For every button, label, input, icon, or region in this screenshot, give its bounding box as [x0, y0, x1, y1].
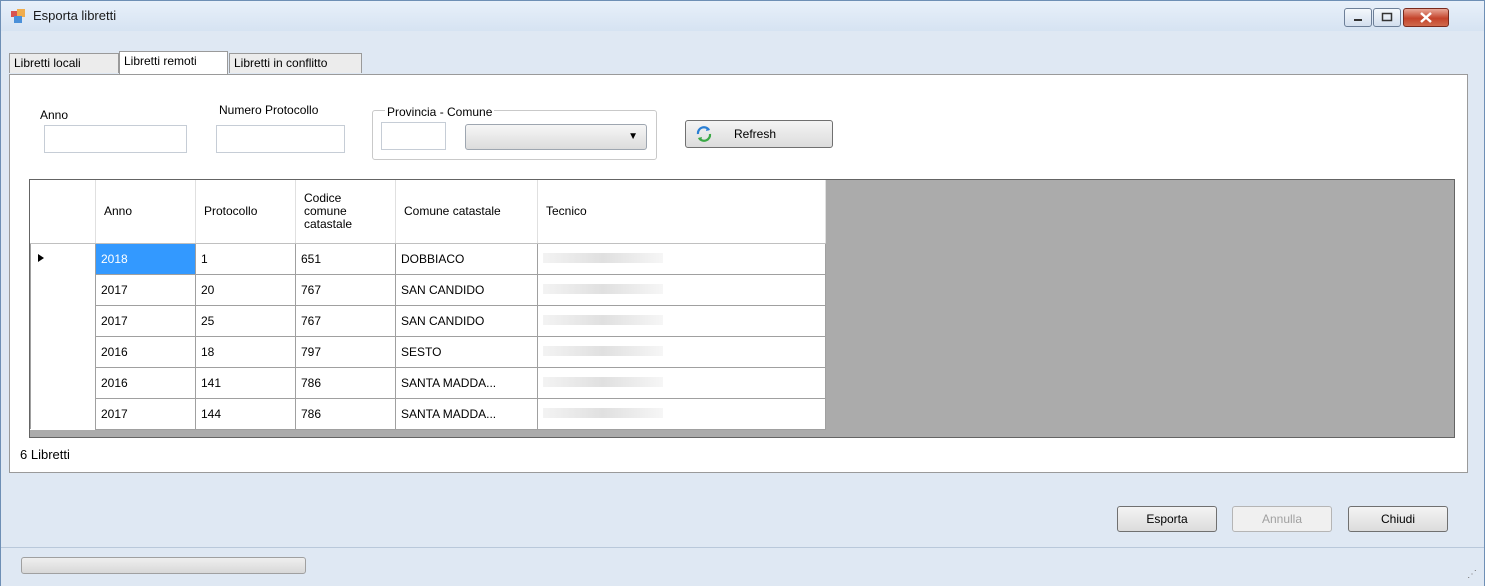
minimize-icon	[1354, 19, 1362, 21]
cell-comune[interactable]: SAN CANDIDO	[395, 273, 538, 306]
tab-panel-libretti-remoti: Anno Numero Protocollo Provincia - Comun…	[9, 74, 1468, 473]
cell-tecnico[interactable]	[537, 366, 826, 399]
libretti-count: 6 Libretti	[20, 447, 70, 462]
cell-codice[interactable]: 651	[295, 242, 396, 275]
cell-codice[interactable]: 797	[295, 335, 396, 368]
anno-input[interactable]	[44, 125, 187, 153]
progress-bar	[21, 557, 306, 574]
table-row[interactable]: 2017 25 767 SAN CANDIDO	[30, 304, 826, 337]
cell-protocollo[interactable]: 1	[195, 242, 296, 275]
tab-label: Libretti remoti	[124, 54, 197, 68]
provincia-input[interactable]	[381, 122, 446, 150]
window-app-icon	[11, 9, 25, 23]
row-header[interactable]	[30, 305, 96, 336]
cell-anno[interactable]: 2017	[95, 397, 196, 430]
cell-anno[interactable]: 2017	[95, 304, 196, 337]
cell-tecnico[interactable]	[537, 304, 826, 337]
row-header[interactable]	[30, 274, 96, 305]
cell-comune[interactable]: DOBBIACO	[395, 242, 538, 275]
refresh-button[interactable]: Refresh	[685, 120, 833, 148]
status-bar: ⋰	[1, 547, 1484, 586]
cell-protocollo[interactable]: 144	[195, 397, 296, 430]
annulla-button-label: Annulla	[1261, 512, 1303, 526]
row-header-corner	[30, 180, 96, 244]
provincia-comune-label: Provincia - Comune	[385, 105, 495, 119]
cell-comune[interactable]: SANTA MADDA...	[395, 397, 538, 430]
cell-tecnico[interactable]	[537, 242, 826, 275]
anno-label: Anno	[40, 108, 69, 122]
cell-codice[interactable]: 767	[295, 304, 396, 337]
row-header[interactable]	[30, 336, 96, 367]
table-row[interactable]: 2017 144 786 SANTA MADDA...	[30, 397, 826, 430]
libretti-grid[interactable]: Anno Protocollo Codice comune catastale …	[29, 179, 1455, 438]
close-button[interactable]	[1403, 8, 1449, 27]
numero-protocollo-input[interactable]	[216, 125, 345, 153]
annulla-button[interactable]: Annulla	[1232, 506, 1332, 532]
maximize-icon	[1381, 12, 1393, 22]
redacted-text	[543, 407, 663, 418]
esporta-button[interactable]: Esporta	[1117, 506, 1217, 532]
redacted-text	[543, 252, 663, 263]
column-header-protocollo[interactable]: Protocollo	[195, 180, 296, 244]
close-icon	[1420, 12, 1432, 23]
cell-anno[interactable]: 2018	[95, 242, 196, 275]
tab-label: Libretti in conflitto	[234, 56, 328, 70]
cell-protocollo[interactable]: 25	[195, 304, 296, 337]
resize-grip-icon[interactable]: ⋰	[1467, 569, 1477, 580]
refresh-button-label: Refresh	[734, 127, 777, 141]
table-row[interactable]: 2017 20 767 SAN CANDIDO	[30, 273, 826, 306]
redacted-text	[543, 283, 663, 294]
esporta-button-label: Esporta	[1146, 512, 1188, 526]
redacted-text	[543, 314, 663, 325]
chevron-down-icon: ▼	[628, 131, 638, 142]
maximize-button[interactable]	[1373, 8, 1401, 27]
cell-codice[interactable]: 786	[295, 366, 396, 399]
column-header-tecnico[interactable]: Tecnico	[537, 180, 826, 244]
grid-table: Anno Protocollo Codice comune catastale …	[30, 180, 826, 430]
cell-anno[interactable]: 2017	[95, 273, 196, 306]
main-window: Esporta libretti Libretti locali Librett…	[0, 0, 1485, 586]
redacted-text	[543, 376, 663, 387]
cell-tecnico[interactable]	[537, 273, 826, 306]
grid-header-row: Anno Protocollo Codice comune catastale …	[30, 180, 826, 244]
title-bar[interactable]: Esporta libretti	[1, 1, 1484, 31]
tab-libretti-locali[interactable]: Libretti locali	[9, 53, 119, 73]
table-row[interactable]: 2016 18 797 SESTO	[30, 335, 826, 368]
column-header-codice[interactable]: Codice comune catastale	[295, 180, 396, 244]
cell-codice[interactable]: 786	[295, 397, 396, 430]
row-header[interactable]	[30, 367, 96, 398]
refresh-icon	[696, 126, 712, 142]
table-row[interactable]: 2018 1 651 DOBBIACO	[30, 242, 826, 275]
cell-protocollo[interactable]: 20	[195, 273, 296, 306]
numero-protocollo-label: Numero Protocollo	[219, 103, 319, 117]
row-header[interactable]	[30, 243, 96, 274]
cell-anno[interactable]: 2016	[95, 366, 196, 399]
table-row[interactable]: 2016 141 786 SANTA MADDA...	[30, 366, 826, 399]
current-row-icon	[38, 253, 44, 262]
cell-comune[interactable]: SANTA MADDA...	[395, 366, 538, 399]
cell-comune[interactable]: SAN CANDIDO	[395, 304, 538, 337]
column-header-comune[interactable]: Comune catastale	[395, 180, 538, 244]
tab-libretti-in-conflitto[interactable]: Libretti in conflitto	[229, 53, 362, 73]
window-title: Esporta libretti	[33, 8, 117, 23]
cell-protocollo[interactable]: 18	[195, 335, 296, 368]
cell-anno[interactable]: 2016	[95, 335, 196, 368]
redacted-text	[543, 345, 663, 356]
chiudi-button-label: Chiudi	[1380, 512, 1416, 526]
tab-libretti-remoti[interactable]: Libretti remoti	[119, 51, 228, 74]
cell-protocollo[interactable]: 141	[195, 366, 296, 399]
row-header[interactable]	[30, 398, 96, 429]
tab-label: Libretti locali	[14, 56, 81, 70]
chiudi-button[interactable]: Chiudi	[1348, 506, 1448, 532]
cell-comune[interactable]: SESTO	[395, 335, 538, 368]
cell-tecnico[interactable]	[537, 335, 826, 368]
minimize-button[interactable]	[1344, 8, 1372, 27]
cell-codice[interactable]: 767	[295, 273, 396, 306]
column-header-anno[interactable]: Anno	[95, 180, 196, 244]
cell-tecnico[interactable]	[537, 397, 826, 430]
comune-dropdown[interactable]: ▼	[465, 124, 647, 150]
